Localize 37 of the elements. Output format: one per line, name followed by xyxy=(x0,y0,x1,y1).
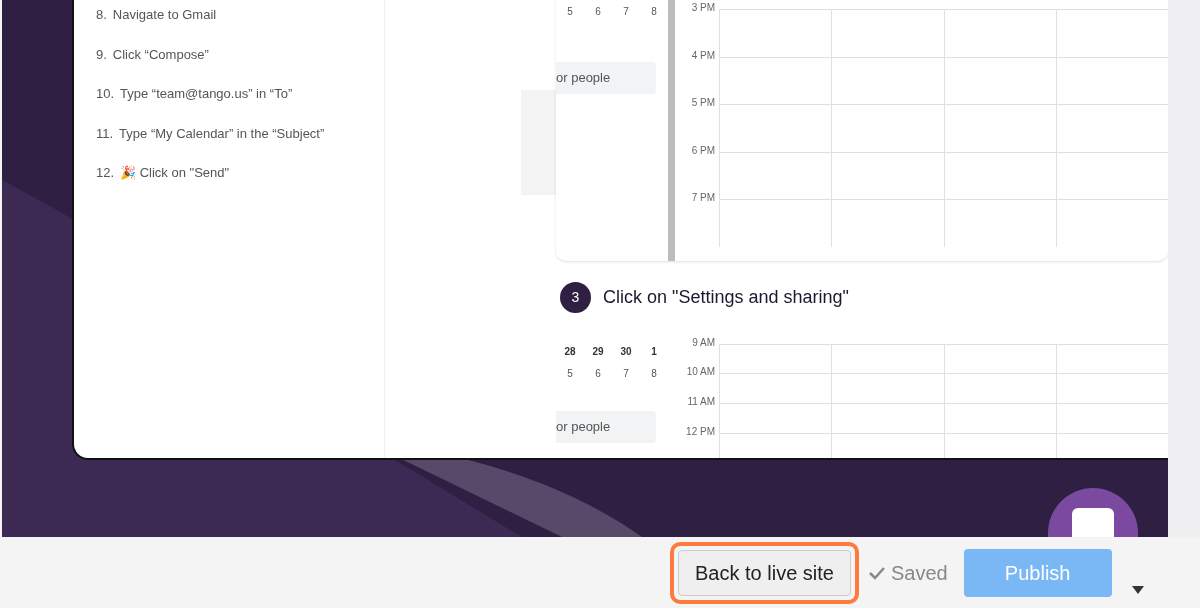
calendar-date: 1 xyxy=(650,345,658,360)
dropdown-triangle-icon[interactable] xyxy=(1131,585,1144,594)
step-text: Type “My Calendar” in the “Subject” xyxy=(119,124,325,143)
step-text: 🎉 Click on "Send" xyxy=(120,164,230,182)
step-number-badge: 3 xyxy=(560,282,591,314)
step-number: 8. xyxy=(96,6,107,24)
calendar-date: 6 xyxy=(594,4,602,19)
step-title: Click on "Settings and sharing" xyxy=(603,286,849,310)
calendar-date: 29 xyxy=(591,345,605,360)
time-label: 11 AM xyxy=(686,397,716,408)
saved-status: Saved xyxy=(890,560,948,586)
calendar-date: 6 xyxy=(594,367,602,382)
calendar-date: 8 xyxy=(650,4,658,19)
time-label: 12 PM xyxy=(685,427,716,438)
checkmark-icon xyxy=(868,565,885,580)
calendar-date: 30 xyxy=(619,345,633,360)
calendar-date: 7 xyxy=(622,367,630,382)
time-label: 5 PM xyxy=(690,98,716,108)
step-text: Navigate to Gmail xyxy=(112,6,217,24)
time-label: 10 AM xyxy=(685,367,716,378)
step-text: Click “Compose” xyxy=(112,45,209,64)
step-number: 12. xyxy=(96,164,115,182)
calendar-date: 28 xyxy=(563,345,577,360)
calendar-date: 5 xyxy=(566,4,574,19)
time-label: 4 PM xyxy=(690,50,716,61)
step-number: 9. xyxy=(96,45,107,64)
step-number: 11. xyxy=(96,124,114,143)
time-label: 7 PM xyxy=(690,193,716,203)
time-label: 3 PM xyxy=(690,3,716,13)
time-label: 9 AM xyxy=(691,337,716,348)
step-text: Type “team@tango.us” in “To” xyxy=(120,85,293,103)
calendar-date: 7 xyxy=(622,4,630,19)
back-to-live-site-button[interactable]: Back to live site xyxy=(678,549,851,596)
time-label: 6 PM xyxy=(690,145,716,156)
calendar-date: 5 xyxy=(566,367,574,382)
step-number: 10. xyxy=(96,85,115,103)
calendar-date: 8 xyxy=(650,367,658,382)
